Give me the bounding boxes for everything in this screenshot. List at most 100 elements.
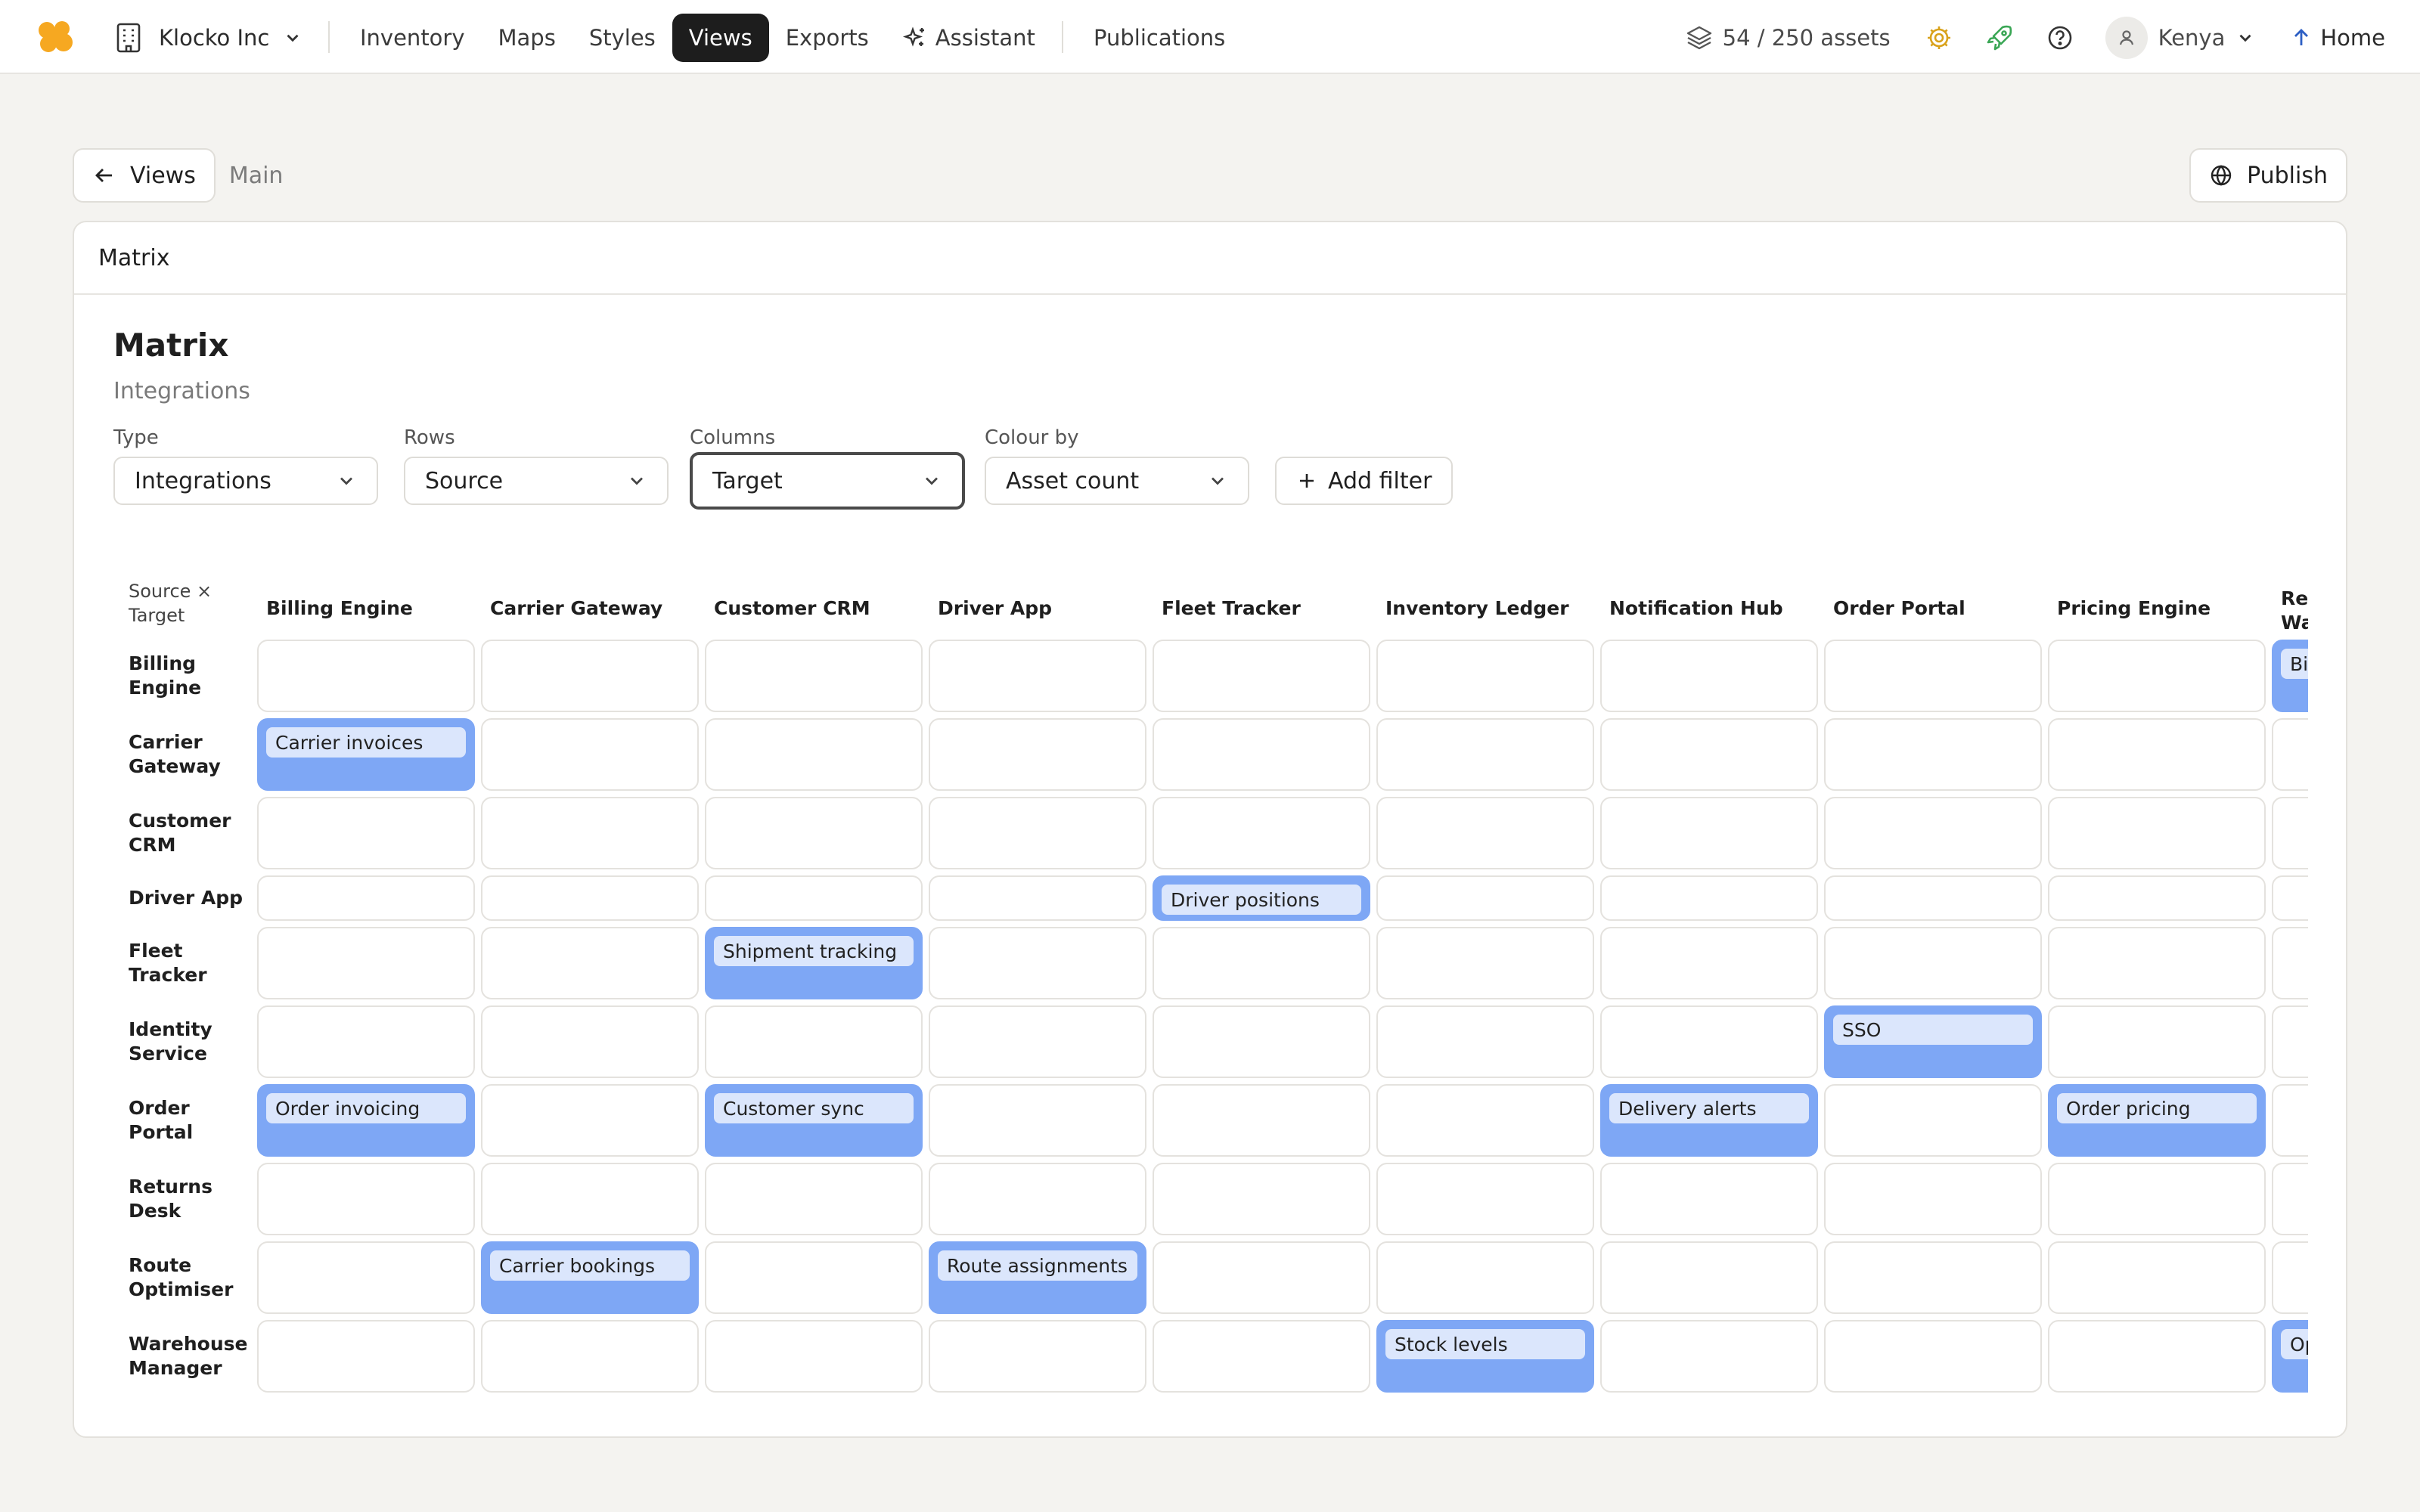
matrix-cell[interactable]	[257, 1005, 475, 1078]
matrix-cell[interactable]	[1824, 1241, 2042, 1314]
matrix-cell[interactable]	[1376, 640, 1594, 712]
matrix-cell[interactable]	[1600, 1241, 1818, 1314]
home-link[interactable]: Home	[2290, 25, 2385, 51]
matrix-cell[interactable]	[481, 1005, 699, 1078]
matrix-cell[interactable]	[257, 1163, 475, 1235]
nav-publications[interactable]: Publications	[1077, 14, 1242, 62]
matrix-cell[interactable]	[2048, 1163, 2266, 1235]
matrix-cell[interactable]	[1376, 1241, 1594, 1314]
matrix-cell[interactable]	[1153, 640, 1370, 712]
matrix-cell[interactable]	[1824, 1084, 2042, 1157]
matrix-cell[interactable]	[1824, 1163, 2042, 1235]
integration-chip[interactable]: SSO	[1833, 1015, 2033, 1045]
matrix-cell[interactable]	[705, 1241, 923, 1314]
matrix-cell[interactable]	[705, 875, 923, 921]
matrix-cell[interactable]	[257, 640, 475, 712]
org-switcher[interactable]: Klocko Inc	[112, 20, 302, 56]
matrix-cell[interactable]: Carrier invoices	[257, 718, 475, 791]
matrix-cell[interactable]	[481, 797, 699, 869]
matrix-cell[interactable]: Order invoicing	[257, 1084, 475, 1157]
matrix-cell[interactable]	[929, 718, 1146, 791]
publish-button[interactable]: Publish	[2189, 148, 2347, 203]
matrix-cell[interactable]	[705, 718, 923, 791]
matrix-cell[interactable]	[2272, 1005, 2308, 1078]
matrix-cell[interactable]	[929, 797, 1146, 869]
matrix-cell[interactable]	[929, 640, 1146, 712]
gear-icon[interactable]	[1924, 23, 1954, 53]
integration-chip[interactable]: Stock levels	[1385, 1329, 1585, 1359]
matrix-cell[interactable]	[1824, 1320, 2042, 1393]
matrix-cell[interactable]	[1824, 875, 2042, 921]
matrix-cell[interactable]: Op	[2272, 1320, 2308, 1393]
matrix-cell[interactable]	[1153, 718, 1370, 791]
matrix-cell[interactable]: SSO	[1824, 1005, 2042, 1078]
matrix-cell[interactable]	[1376, 797, 1594, 869]
matrix-cell[interactable]	[1600, 640, 1818, 712]
matrix-cell[interactable]	[1600, 875, 1818, 921]
integration-chip[interactable]: Order pricing	[2057, 1093, 2257, 1123]
integration-chip[interactable]: Shipment tracking	[714, 936, 914, 966]
matrix-cell[interactable]: Order pricing	[2048, 1084, 2266, 1157]
matrix-cell[interactable]	[1824, 718, 2042, 791]
matrix-cell[interactable]: Stock levels	[1376, 1320, 1594, 1393]
matrix-cell[interactable]	[705, 640, 923, 712]
matrix-cell[interactable]: Delivery alerts	[1600, 1084, 1818, 1157]
matrix-cell[interactable]	[705, 1005, 923, 1078]
matrix-cell[interactable]	[929, 1005, 1146, 1078]
matrix-cell[interactable]	[929, 927, 1146, 999]
integration-chip[interactable]: Carrier invoices	[266, 727, 466, 758]
matrix-cell[interactable]	[2048, 1005, 2266, 1078]
nav-exports[interactable]: Exports	[769, 14, 886, 62]
matrix-cell[interactable]	[481, 640, 699, 712]
matrix-cell[interactable]	[2048, 797, 2266, 869]
matrix-cell[interactable]	[2048, 927, 2266, 999]
matrix-cell[interactable]	[1600, 797, 1818, 869]
matrix-cell[interactable]	[1600, 1005, 1818, 1078]
nav-styles[interactable]: Styles	[572, 14, 672, 62]
matrix-cell[interactable]	[1153, 1163, 1370, 1235]
matrix-cell[interactable]	[481, 927, 699, 999]
matrix-cell[interactable]	[1153, 1005, 1370, 1078]
matrix-cell[interactable]: Customer sync	[705, 1084, 923, 1157]
matrix-cell[interactable]	[2272, 1084, 2308, 1157]
logo-icon[interactable]	[36, 20, 74, 54]
matrix-cell[interactable]	[705, 797, 923, 869]
matrix-cell[interactable]	[2272, 1163, 2308, 1235]
rows-select[interactable]: Source	[404, 457, 669, 505]
integration-chip[interactable]: Customer sync	[714, 1093, 914, 1123]
integration-chip[interactable]: Bi	[2281, 649, 2308, 679]
matrix-cell[interactable]	[1153, 797, 1370, 869]
matrix-cell[interactable]: Bi	[2272, 640, 2308, 712]
matrix-cell[interactable]	[1376, 1005, 1594, 1078]
integration-chip[interactable]: Route assignments	[938, 1250, 1137, 1281]
matrix-cell[interactable]	[2048, 718, 2266, 791]
integration-chip[interactable]: Order invoicing	[266, 1093, 466, 1123]
matrix-cell[interactable]	[1600, 927, 1818, 999]
matrix-cell[interactable]	[481, 718, 699, 791]
matrix-cell[interactable]	[705, 1320, 923, 1393]
matrix-cell[interactable]	[2048, 640, 2266, 712]
matrix-cell[interactable]	[2272, 927, 2308, 999]
matrix-cell[interactable]	[929, 1163, 1146, 1235]
matrix-cell[interactable]	[1600, 1320, 1818, 1393]
matrix-cell[interactable]	[2272, 797, 2308, 869]
matrix-cell[interactable]	[1376, 927, 1594, 999]
matrix-cell[interactable]	[1376, 1084, 1594, 1157]
matrix-cell[interactable]	[481, 875, 699, 921]
matrix-cell[interactable]: Carrier bookings	[481, 1241, 699, 1314]
asset-usage[interactable]: 54 / 250 assets	[1685, 23, 1891, 52]
matrix-cell[interactable]	[929, 875, 1146, 921]
add-filter-button[interactable]: Add filter	[1275, 457, 1454, 505]
matrix-cell[interactable]	[481, 1084, 699, 1157]
matrix-cell[interactable]	[2048, 1320, 2266, 1393]
integration-chip[interactable]: Carrier bookings	[490, 1250, 690, 1281]
matrix-cell[interactable]	[1376, 875, 1594, 921]
matrix-cell[interactable]	[1153, 927, 1370, 999]
matrix-cell[interactable]	[481, 1163, 699, 1235]
integration-chip[interactable]: Driver positions	[1162, 885, 1361, 915]
integration-chip[interactable]: Op	[2281, 1329, 2308, 1359]
rocket-icon[interactable]	[1984, 23, 2015, 53]
matrix-cell[interactable]: Route assignments	[929, 1241, 1146, 1314]
matrix-cell[interactable]	[2272, 1241, 2308, 1314]
matrix-cell[interactable]	[929, 1084, 1146, 1157]
